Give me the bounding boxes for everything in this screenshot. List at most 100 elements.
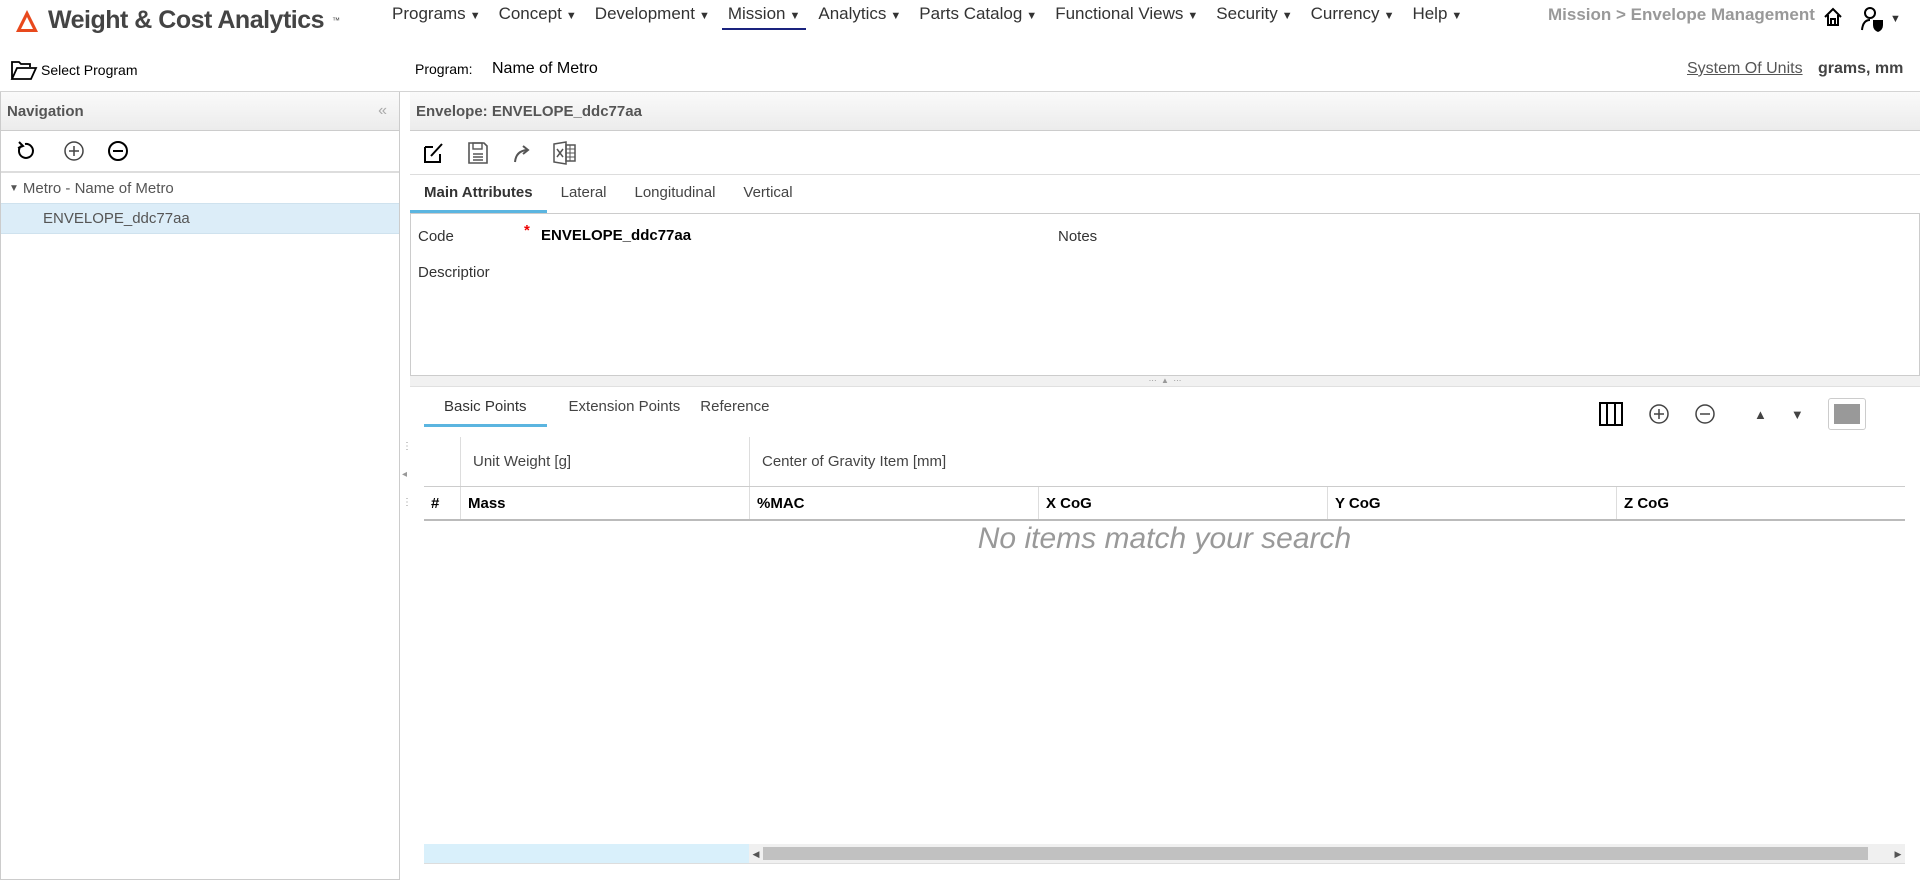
caret-down-icon: ▼ bbox=[890, 10, 902, 22]
menu-item-development[interactable]: Development ▼ bbox=[589, 4, 716, 30]
menu-item-label: Programs bbox=[392, 4, 466, 23]
move-up-icon[interactable]: ▲ bbox=[1754, 407, 1767, 422]
required-mark: * bbox=[524, 222, 530, 239]
menu-item-label: Concept bbox=[498, 4, 562, 23]
form-resize-handle[interactable]: ⋯ ▲ ⋯ bbox=[410, 376, 1920, 387]
app-title: Weight & Cost Analytics bbox=[48, 6, 325, 34]
tab-longitudinal[interactable]: Longitudinal bbox=[621, 175, 730, 213]
panel-splitter[interactable]: ⋮ ◂ ⋮ bbox=[402, 440, 412, 510]
caret-down-icon: ▼ bbox=[1383, 10, 1395, 22]
code-label: Code bbox=[418, 228, 454, 245]
program-label: Program: bbox=[415, 61, 473, 77]
caret-down-icon: ▼ bbox=[789, 10, 801, 22]
share-icon[interactable] bbox=[510, 142, 532, 164]
tab-vertical[interactable]: Vertical bbox=[729, 175, 806, 213]
program-name: Name of Metro bbox=[492, 60, 598, 77]
caret-down-icon: ▼ bbox=[1451, 10, 1463, 22]
chevron-down-icon: ▼ bbox=[1890, 13, 1901, 25]
navigation-title: Navigation bbox=[7, 102, 84, 120]
menu-item-label: Currency bbox=[1310, 4, 1380, 23]
select-program-button[interactable]: Select Program bbox=[10, 59, 137, 81]
column-header-mac[interactable]: %MAC bbox=[749, 487, 1038, 519]
points-grid: Unit Weight [g] Center of Gravity Item [… bbox=[424, 437, 1905, 521]
user-menu[interactable]: ▼ bbox=[1860, 6, 1901, 32]
top-navigation-bar: Weight & Cost Analytics ™ Programs ▼ Concep… bbox=[0, 0, 1920, 40]
menu-item-label: Functional Views bbox=[1055, 4, 1184, 23]
caret-down-icon: ▼ bbox=[1026, 10, 1038, 22]
scroll-right-icon[interactable]: ▶ bbox=[1891, 844, 1905, 863]
menu-item-help[interactable]: Help ▼ bbox=[1406, 4, 1468, 30]
save-icon[interactable] bbox=[466, 141, 490, 165]
edit-icon[interactable] bbox=[422, 141, 446, 165]
user-security-icon bbox=[1861, 7, 1883, 32]
scroll-left-icon[interactable]: ◀ bbox=[749, 844, 763, 863]
menu-item-parts-catalog[interactable]: Parts Catalog ▼ bbox=[913, 4, 1043, 30]
menu-item-currency[interactable]: Currency ▼ bbox=[1305, 4, 1401, 30]
remove-row-icon[interactable] bbox=[1694, 403, 1716, 425]
menu-item-concept[interactable]: Concept ▼ bbox=[493, 4, 583, 30]
breadcrumb: Mission > Envelope Management bbox=[1548, 5, 1815, 24]
empty-message: No items match your search bbox=[977, 522, 1352, 555]
home-icon[interactable] bbox=[1823, 6, 1843, 28]
main-attributes-form: Code * ENVELOPE_ddc77aa Descriptior Note… bbox=[410, 214, 1920, 376]
collapse-panel-icon[interactable]: « bbox=[378, 102, 387, 120]
move-down-icon[interactable]: ▼ bbox=[1791, 407, 1804, 422]
tab-lateral[interactable]: Lateral bbox=[547, 175, 621, 213]
menu-item-label: Mission bbox=[727, 4, 786, 23]
code-value[interactable]: ENVELOPE_ddc77aa bbox=[541, 227, 691, 244]
notes-label: Notes bbox=[1058, 228, 1098, 245]
columns-icon[interactable] bbox=[1598, 401, 1624, 427]
envelope-header: Envelope: ENVELOPE_ddc77aa bbox=[416, 102, 642, 120]
menu-item-label: Analytics bbox=[818, 4, 887, 23]
menu-item-label: Development bbox=[594, 4, 695, 23]
caret-down-icon: ▼ bbox=[698, 10, 710, 22]
menu-item-analytics[interactable]: Analytics ▼ bbox=[812, 4, 907, 30]
caret-down-icon: ▼ bbox=[1281, 10, 1293, 22]
menu-item-label: Parts Catalog bbox=[919, 4, 1023, 23]
program-bar: Select Program Program: Name of Metro Sy… bbox=[0, 54, 1920, 92]
column-header-z-cog[interactable]: Z CoG bbox=[1616, 487, 1905, 519]
column-header-y-cog[interactable]: Y CoG bbox=[1327, 487, 1616, 519]
export-excel-icon[interactable] bbox=[552, 140, 578, 166]
tab-basic-points[interactable]: Basic Points bbox=[424, 389, 547, 427]
tree-node-program[interactable]: ▼ Metro - Name of Metro bbox=[1, 173, 399, 203]
menu-item-label: Security bbox=[1216, 4, 1278, 23]
tab-extension-points[interactable]: Extension Points bbox=[547, 389, 691, 427]
units-value: grams, mm bbox=[1818, 60, 1904, 77]
group-header-unit-weight: Unit Weight [g] bbox=[460, 437, 749, 486]
trademark: ™ bbox=[332, 16, 340, 25]
tab-main-attributes[interactable]: Main Attributes bbox=[410, 175, 547, 213]
tree-node-label: Metro - Name of Metro bbox=[22, 179, 174, 197]
caret-down-icon: ▼ bbox=[565, 10, 577, 22]
system-of-units-link[interactable]: System Of Units bbox=[1687, 60, 1803, 78]
tree-node-envelope[interactable]: ENVELOPE_ddc77aa bbox=[1, 203, 399, 234]
menu-item-security[interactable]: Security ▼ bbox=[1210, 4, 1298, 30]
app-logo[interactable]: Weight & Cost Analytics ™ bbox=[14, 6, 340, 35]
tab-reference[interactable]: Reference bbox=[690, 389, 779, 427]
logo-icon bbox=[16, 9, 38, 32]
horizontal-scrollbar[interactable]: ◀ ▶ bbox=[424, 844, 1905, 864]
refresh-icon[interactable] bbox=[15, 141, 35, 161]
envelope-panel: Envelope: ENVELOPE_ddc77aa Main Attribut… bbox=[410, 92, 1920, 387]
envelope-tabs: Main Attributes Lateral Longitudinal Ver… bbox=[410, 175, 1920, 214]
expand-all-icon[interactable] bbox=[63, 140, 85, 162]
panel-icon bbox=[1833, 404, 1860, 424]
scrollbar-thumb[interactable] bbox=[763, 847, 1869, 860]
menu-item-functional-views[interactable]: Functional Views ▼ bbox=[1049, 4, 1204, 30]
column-header-x-cog[interactable]: X CoG bbox=[1038, 487, 1327, 519]
caret-down-icon: ▼ bbox=[1187, 10, 1199, 22]
column-header-mass[interactable]: Mass bbox=[460, 487, 749, 519]
folder-open-icon bbox=[10, 61, 38, 80]
tree-node-label: ENVELOPE_ddc77aa bbox=[43, 210, 190, 227]
grid-toolbar: ▲ ▼ bbox=[1598, 398, 1866, 430]
group-header-cog: Center of Gravity Item [mm] bbox=[749, 437, 1905, 486]
description-label: Descriptior bbox=[418, 264, 490, 281]
menu-item-mission[interactable]: Mission ▼ bbox=[721, 4, 807, 30]
add-row-icon[interactable] bbox=[1648, 403, 1670, 425]
panel-toggle-button[interactable] bbox=[1827, 398, 1866, 430]
menu-item-programs[interactable]: Programs ▼ bbox=[386, 4, 487, 30]
navigation-panel: Navigation « ▼ Metro - Name of Metro ENV… bbox=[0, 92, 400, 880]
caret-down-icon: ▼ bbox=[469, 10, 481, 22]
column-header-index[interactable]: # bbox=[424, 487, 460, 519]
collapse-all-icon[interactable] bbox=[107, 140, 129, 162]
